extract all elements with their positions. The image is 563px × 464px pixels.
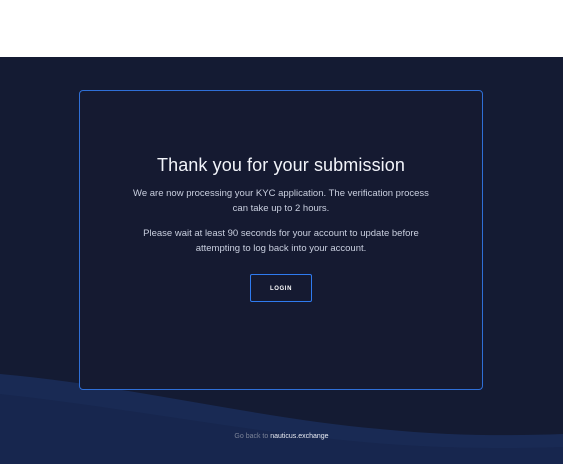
login-button[interactable]: LOGIN [250, 274, 312, 302]
processing-message: We are now processing your KYC applicati… [133, 188, 429, 214]
top-white-band [0, 0, 563, 57]
confirmation-title: Thank you for your submission [156, 155, 405, 175]
page: Thank you for your submission We are now… [0, 0, 563, 464]
home-link[interactable]: nauticus.exchange [270, 433, 328, 440]
dark-background: Thank you for your submission We are now… [0, 57, 563, 464]
confirmation-card: Thank you for your submission We are now… [79, 90, 483, 390]
footer: Go back to nauticus.exchange [0, 433, 563, 440]
footer-prefix: Go back to [234, 433, 271, 440]
wait-message: Please wait at least 90 seconds for your… [143, 228, 419, 254]
